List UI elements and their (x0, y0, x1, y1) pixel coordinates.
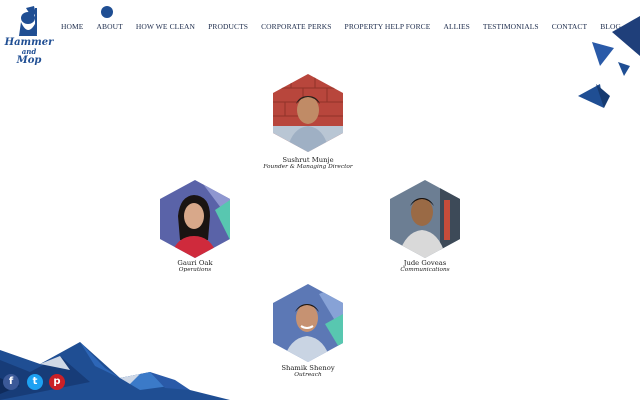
nav-allies[interactable]: ALLIES (443, 22, 469, 34)
main-nav: HOME ABOUT HOW WE CLEAN PRODUCTS CORPORA… (61, 22, 621, 34)
nav-dot-decoration (101, 6, 113, 18)
hammer-and-mop-logo[interactable]: Hammer and Mop (4, 4, 54, 76)
member-name: Shamik Shenoy (281, 364, 335, 372)
pinterest-icon[interactable]: p (49, 374, 65, 390)
nav-corporate-perks[interactable]: CORPORATE PERKS (261, 22, 331, 34)
nav-testimonials[interactable]: TESTIMONIALS (483, 22, 539, 34)
member-role: Communications (400, 267, 450, 273)
nav-about[interactable]: ABOUT (96, 22, 122, 34)
nav-how-we-clean[interactable]: HOW WE CLEAN (136, 22, 195, 34)
member-name: Gauri Oak (177, 259, 213, 267)
team-photo-shamik (273, 284, 343, 362)
facebook-icon[interactable]: f (3, 374, 19, 390)
nav-home[interactable]: HOME (61, 22, 83, 34)
nav-property-help-force[interactable]: PROPERTY HELP FORCE (345, 22, 431, 34)
mascot-icon (19, 6, 37, 36)
nav-products[interactable]: PRODUCTS (208, 22, 248, 34)
member-name: Sushrut Munje (282, 156, 334, 164)
member-role: Founder & Managing Director (263, 164, 353, 170)
team-photo-sushrut (273, 74, 343, 152)
team-photo-jude (390, 180, 460, 258)
member-role: Operations (178, 267, 212, 273)
logo-text: Hammer and Mop (4, 37, 54, 66)
twitter-icon[interactable]: t (27, 374, 43, 390)
triangle-decoration-top-right (578, 16, 640, 108)
member-name: Jude Goveas (403, 259, 447, 267)
team-photo-gauri (160, 180, 230, 258)
member-role: Outreach (294, 372, 322, 378)
